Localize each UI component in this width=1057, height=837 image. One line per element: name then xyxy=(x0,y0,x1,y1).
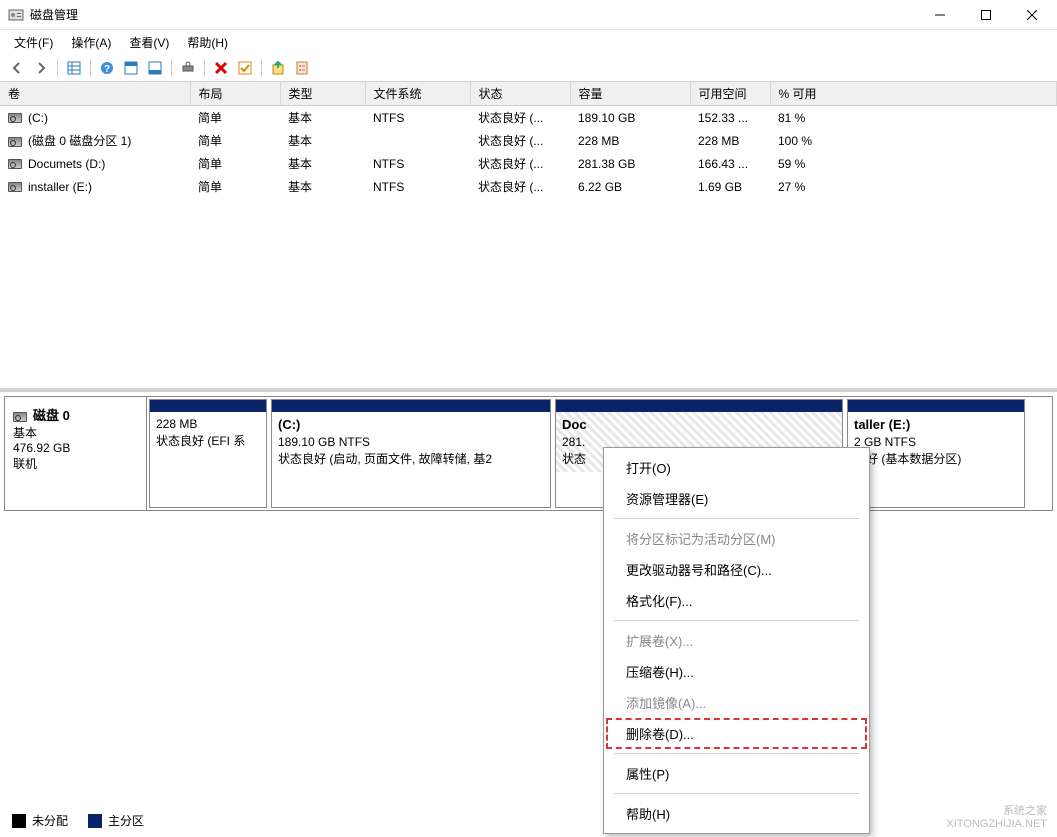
toolbar-separator xyxy=(57,59,58,77)
toolbar-separator xyxy=(90,59,91,77)
legend-unallocated: 未分配 xyxy=(12,812,68,829)
toolbar-separator xyxy=(171,59,172,77)
menu-help[interactable]: 帮助(H) xyxy=(179,32,236,53)
context-menu: 打开(O)资源管理器(E) 将分区标记为活动分区(M)更改驱动器号和路径(C)..… xyxy=(603,447,870,834)
context-menu-separator xyxy=(614,518,859,519)
table-row[interactable]: Documets (D:)简单基本NTFS状态良好 (...281.38 GB1… xyxy=(0,152,1057,175)
partition[interactable]: taller (E:)2 GB NTFS良好 (基本数据分区) xyxy=(847,399,1025,508)
back-button[interactable] xyxy=(6,57,28,79)
context-menu-item: 将分区标记为活动分区(M) xyxy=(606,523,867,554)
volume-icon xyxy=(8,182,22,192)
content: 卷 布局 类型 文件系统 状态 容量 可用空间 % 可用 (C:)简单基本NTF… xyxy=(0,82,1057,837)
watermark: 系统之家 XITONGZHIJIA.NET xyxy=(946,805,1047,831)
partition-body: 228 MB状态良好 (EFI 系 xyxy=(150,412,266,454)
partition-body: (C:)189.10 GB NTFS状态良好 (启动, 页面文件, 故障转储, … xyxy=(272,412,550,472)
menubar: 文件(F) 操作(A) 查看(V) 帮助(H) xyxy=(0,30,1057,54)
partition-stripe xyxy=(556,400,842,412)
col-type[interactable]: 类型 xyxy=(280,82,365,106)
menu-file[interactable]: 文件(F) xyxy=(6,32,61,53)
volume-icon xyxy=(8,159,22,169)
context-menu-separator xyxy=(614,753,859,754)
view-bottom-icon[interactable] xyxy=(144,57,166,79)
swatch-blue xyxy=(88,814,102,828)
disk-type: 基本 xyxy=(13,426,37,440)
window-title: 磁盘管理 xyxy=(30,6,917,23)
partition-body: taller (E:)2 GB NTFS良好 (基本数据分区) xyxy=(848,412,1024,472)
col-free[interactable]: 可用空间 xyxy=(690,82,770,106)
context-menu-item: 添加镜像(A)... xyxy=(606,687,867,718)
context-menu-item[interactable]: 资源管理器(E) xyxy=(606,483,867,514)
toolbar-separator xyxy=(261,59,262,77)
context-menu-item[interactable]: 打开(O) xyxy=(606,452,867,483)
context-menu-separator xyxy=(614,620,859,621)
menu-action[interactable]: 操作(A) xyxy=(63,32,119,53)
titlebar: 磁盘管理 xyxy=(0,0,1057,30)
svg-text:?: ? xyxy=(104,64,110,75)
disk-partitions: 228 MB状态良好 (EFI 系(C:)189.10 GB NTFS状态良好 … xyxy=(147,397,1052,510)
disk-state: 联机 xyxy=(13,457,37,471)
view-list-icon[interactable] xyxy=(63,57,85,79)
maximize-button[interactable] xyxy=(963,0,1009,30)
partition-stripe xyxy=(848,400,1024,412)
context-menu-item[interactable]: 格式化(F)... xyxy=(606,585,867,616)
col-status[interactable]: 状态 xyxy=(470,82,570,106)
window-controls xyxy=(917,0,1055,30)
toolbar: ? xyxy=(0,54,1057,82)
disk-row: 磁盘 0 基本 476.92 GB 联机 228 MB状态良好 (EFI 系(C… xyxy=(4,396,1053,511)
toolbar-separator xyxy=(204,59,205,77)
disk-header[interactable]: 磁盘 0 基本 476.92 GB 联机 xyxy=(5,397,147,510)
context-menu-separator xyxy=(614,793,859,794)
partition-stripe xyxy=(150,400,266,412)
disk-icon xyxy=(13,412,27,422)
view-top-icon[interactable] xyxy=(120,57,142,79)
context-menu-item[interactable]: 更改驱动器号和路径(C)... xyxy=(606,554,867,585)
table-header-row: 卷 布局 类型 文件系统 状态 容量 可用空间 % 可用 xyxy=(0,82,1057,106)
properties-icon[interactable] xyxy=(291,57,313,79)
delete-icon[interactable] xyxy=(210,57,232,79)
context-menu-item[interactable]: 删除卷(D)... xyxy=(606,718,867,749)
export-icon[interactable] xyxy=(267,57,289,79)
forward-button[interactable] xyxy=(30,57,52,79)
volume-icon xyxy=(8,137,22,147)
partition[interactable]: 228 MB状态良好 (EFI 系 xyxy=(149,399,267,508)
col-layout[interactable]: 布局 xyxy=(190,82,280,106)
check-icon[interactable] xyxy=(234,57,256,79)
settings-icon[interactable] xyxy=(177,57,199,79)
app-icon xyxy=(8,7,24,23)
close-button[interactable] xyxy=(1009,0,1055,30)
table-row[interactable]: (磁盘 0 磁盘分区 1)简单基本状态良好 (...228 MB228 MB10… xyxy=(0,129,1057,152)
disk-name: 磁盘 0 xyxy=(33,408,70,423)
legend: 未分配 主分区 xyxy=(12,812,144,829)
volumes-table: 卷 布局 类型 文件系统 状态 容量 可用空间 % 可用 (C:)简单基本NTF… xyxy=(0,82,1057,198)
disk-size: 476.92 GB xyxy=(13,441,70,455)
context-menu-item[interactable]: 属性(P) xyxy=(606,758,867,789)
swatch-black xyxy=(12,814,26,828)
context-menu-item[interactable]: 帮助(H) xyxy=(606,798,867,829)
context-menu-item[interactable]: 压缩卷(H)... xyxy=(606,656,867,687)
disks-pane: 磁盘 0 基本 476.92 GB 联机 228 MB状态良好 (EFI 系(C… xyxy=(0,392,1057,837)
col-capacity[interactable]: 容量 xyxy=(570,82,690,106)
table-row[interactable]: (C:)简单基本NTFS状态良好 (...189.10 GB152.33 ...… xyxy=(0,106,1057,130)
context-menu-item: 扩展卷(X)... xyxy=(606,625,867,656)
volume-icon xyxy=(8,113,22,123)
table-row[interactable]: installer (E:)简单基本NTFS状态良好 (...6.22 GB1.… xyxy=(0,175,1057,198)
col-fs[interactable]: 文件系统 xyxy=(365,82,470,106)
partition-stripe xyxy=(272,400,550,412)
partition[interactable]: (C:)189.10 GB NTFS状态良好 (启动, 页面文件, 故障转储, … xyxy=(271,399,551,508)
col-pct[interactable]: % 可用 xyxy=(770,82,1057,106)
legend-primary: 主分区 xyxy=(88,812,144,829)
minimize-button[interactable] xyxy=(917,0,963,30)
volumes-pane: 卷 布局 类型 文件系统 状态 容量 可用空间 % 可用 (C:)简单基本NTF… xyxy=(0,82,1057,392)
menu-view[interactable]: 查看(V) xyxy=(121,32,177,53)
col-volume[interactable]: 卷 xyxy=(0,82,190,106)
help-icon[interactable]: ? xyxy=(96,57,118,79)
